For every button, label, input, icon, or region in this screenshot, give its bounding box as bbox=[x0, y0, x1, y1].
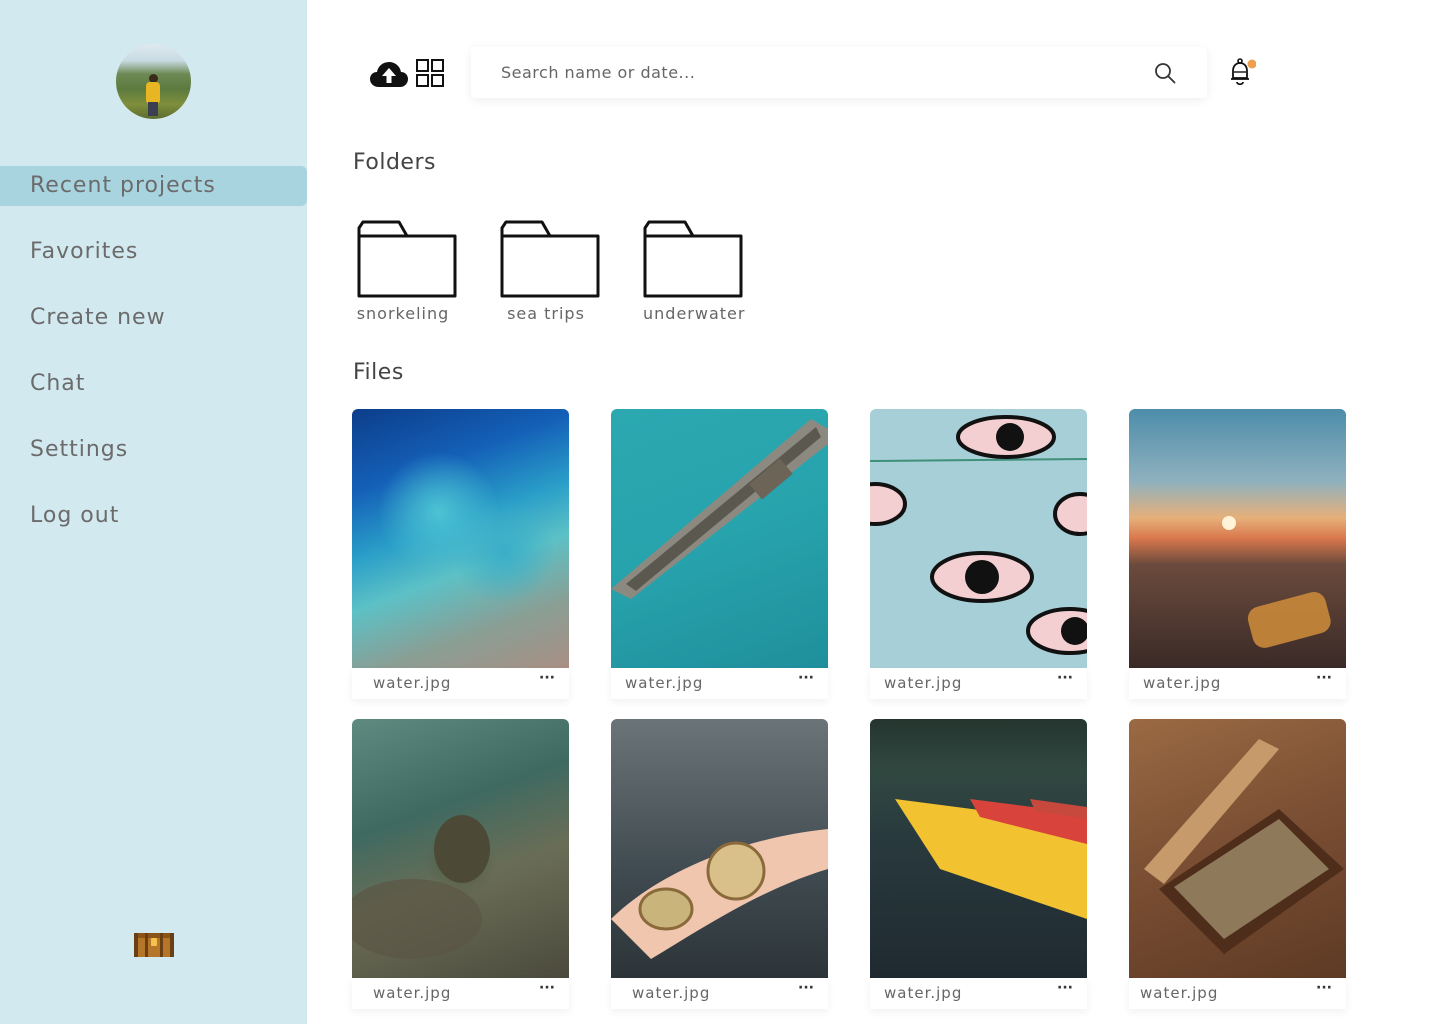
more-options-icon[interactable]: ··· bbox=[796, 981, 816, 998]
file-card[interactable]: water.jpg ··· bbox=[870, 719, 1087, 1009]
bell-icon[interactable] bbox=[1228, 58, 1256, 88]
folder-icon bbox=[357, 220, 457, 298]
file-thumbnail bbox=[870, 719, 1087, 978]
file-card[interactable]: water.jpg ··· bbox=[352, 719, 569, 1009]
file-card[interactable]: water.jpg ··· bbox=[352, 409, 569, 699]
more-options-icon[interactable]: ··· bbox=[537, 981, 557, 998]
file-thumbnail bbox=[352, 409, 569, 668]
more-options-icon[interactable]: ··· bbox=[1055, 981, 1075, 998]
avatar-photo bbox=[144, 74, 162, 116]
file-name: water.jpg bbox=[884, 674, 963, 692]
folder-label: snorkeling bbox=[356, 304, 450, 323]
file-name: water.jpg bbox=[884, 984, 963, 1002]
file-thumbnail bbox=[1129, 409, 1346, 668]
sidebar: Recent projects Favorites Create new Cha… bbox=[0, 0, 307, 1024]
file-meta: water.jpg ··· bbox=[611, 668, 828, 699]
file-name: water.jpg bbox=[373, 674, 452, 692]
search-box bbox=[471, 47, 1207, 98]
folder-snorkeling[interactable]: snorkeling bbox=[353, 220, 463, 330]
more-options-icon[interactable]: ··· bbox=[1055, 671, 1075, 688]
file-meta: water.jpg ··· bbox=[352, 668, 569, 699]
sidebar-item-favorites[interactable]: Favorites bbox=[0, 232, 307, 272]
treasure-chest-icon[interactable] bbox=[134, 929, 174, 957]
file-name: water.jpg bbox=[632, 984, 711, 1002]
more-options-icon[interactable]: ··· bbox=[796, 671, 816, 688]
avatar[interactable] bbox=[116, 44, 191, 119]
sidebar-item-create-new[interactable]: Create new bbox=[0, 298, 307, 338]
file-name: water.jpg bbox=[1143, 674, 1222, 692]
files-title: Files bbox=[353, 360, 404, 385]
sidebar-item-log-out[interactable]: Log out bbox=[0, 496, 307, 536]
notification-dot bbox=[1247, 59, 1256, 69]
file-name: water.jpg bbox=[373, 984, 452, 1002]
file-thumbnail bbox=[1129, 719, 1346, 978]
folder-underwater[interactable]: underwater bbox=[639, 220, 749, 330]
more-options-icon[interactable]: ··· bbox=[537, 671, 557, 688]
file-meta: water.jpg ··· bbox=[1129, 668, 1346, 699]
sidebar-item-recent-projects[interactable]: Recent projects bbox=[0, 166, 307, 206]
search-input[interactable] bbox=[501, 47, 1121, 98]
file-meta: water.jpg ··· bbox=[352, 978, 569, 1009]
folder-sea-trips[interactable]: sea trips bbox=[496, 220, 606, 330]
more-options-icon[interactable]: ··· bbox=[1314, 981, 1334, 998]
cloud-upload-icon[interactable] bbox=[370, 60, 408, 88]
folders-title: Folders bbox=[353, 150, 436, 175]
file-card[interactable]: water.jpg ··· bbox=[1129, 719, 1346, 1009]
file-meta: water.jpg ··· bbox=[611, 978, 828, 1009]
file-card[interactable]: water.jpg ··· bbox=[1129, 409, 1346, 699]
folder-icon bbox=[500, 220, 600, 298]
more-options-icon[interactable]: ··· bbox=[1314, 671, 1334, 688]
folder-label: sea trips bbox=[507, 304, 585, 323]
file-thumbnail bbox=[611, 719, 828, 978]
folder-icon bbox=[643, 220, 743, 298]
file-card[interactable]: water.jpg ··· bbox=[870, 409, 1087, 699]
file-meta: water.jpg ··· bbox=[870, 668, 1087, 699]
folder-label: underwater bbox=[643, 304, 746, 323]
file-thumbnail bbox=[611, 409, 828, 668]
file-thumbnail bbox=[870, 409, 1087, 668]
grid-view-icon[interactable] bbox=[416, 59, 444, 87]
search-icon[interactable] bbox=[1154, 62, 1176, 84]
file-meta: water.jpg ··· bbox=[1129, 978, 1346, 1009]
file-card[interactable]: water.jpg ··· bbox=[611, 409, 828, 699]
file-name: water.jpg bbox=[1140, 984, 1219, 1002]
file-card[interactable]: water.jpg ··· bbox=[611, 719, 828, 1009]
sidebar-item-chat[interactable]: Chat bbox=[0, 364, 307, 404]
file-name: water.jpg bbox=[625, 674, 704, 692]
sidebar-item-settings[interactable]: Settings bbox=[0, 430, 307, 470]
file-thumbnail bbox=[352, 719, 569, 978]
file-meta: water.jpg ··· bbox=[870, 978, 1087, 1009]
